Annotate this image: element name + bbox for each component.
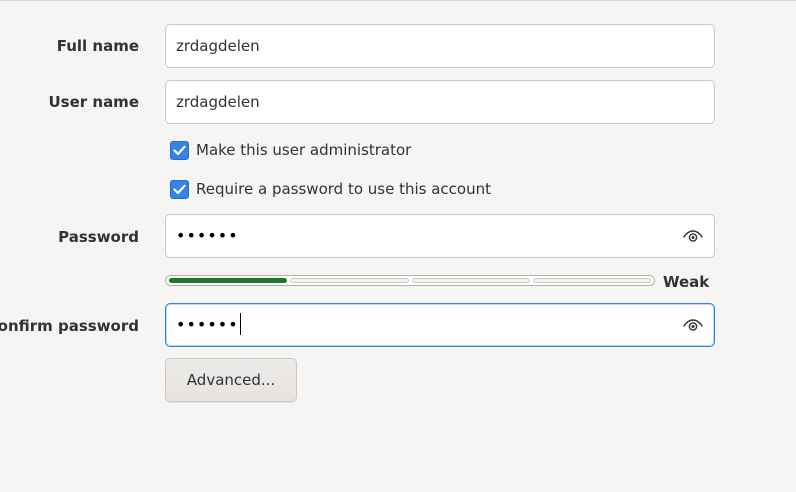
user-name-value: zrdagdelen	[176, 93, 260, 111]
advanced-button[interactable]: Advanced...	[165, 358, 297, 402]
password-strength-meter	[165, 275, 655, 286]
admin-checkbox[interactable]	[170, 140, 189, 160]
eye-icon[interactable]	[682, 317, 704, 333]
password-strength-label: Weak	[663, 273, 710, 291]
admin-checkbox-row[interactable]: Make this user administrator	[170, 140, 411, 160]
user-name-label: User name	[48, 93, 139, 111]
strength-segment	[532, 278, 651, 283]
strength-segment	[169, 278, 288, 283]
require-password-checkbox-label: Require a password to use this account	[196, 180, 491, 198]
require-password-checkbox-row[interactable]: Require a password to use this account	[170, 179, 491, 199]
user-name-field[interactable]: zrdagdelen	[165, 80, 715, 124]
text-caret	[239, 313, 241, 335]
full-name-label: Full name	[56, 37, 139, 55]
confirm-password-label: Confirm password	[0, 317, 139, 335]
strength-segment	[290, 278, 409, 283]
eye-icon[interactable]	[682, 228, 704, 244]
password-field[interactable]: ••••••	[165, 214, 715, 258]
full-name-field[interactable]: zrdagdelen	[165, 24, 715, 68]
password-masked-value: ••••••	[176, 226, 239, 245]
checkmark-icon	[173, 145, 186, 155]
admin-checkbox-label: Make this user administrator	[196, 141, 412, 159]
strength-segment	[411, 278, 530, 283]
checkmark-icon	[173, 184, 186, 194]
full-name-value: zrdagdelen	[176, 37, 260, 55]
password-label: Password	[58, 228, 139, 246]
window-top-border	[0, 0, 796, 1]
confirm-password-masked-value: ••••••	[176, 315, 239, 334]
require-password-checkbox[interactable]	[170, 179, 189, 199]
confirm-password-field[interactable]: ••••••	[165, 303, 715, 347]
